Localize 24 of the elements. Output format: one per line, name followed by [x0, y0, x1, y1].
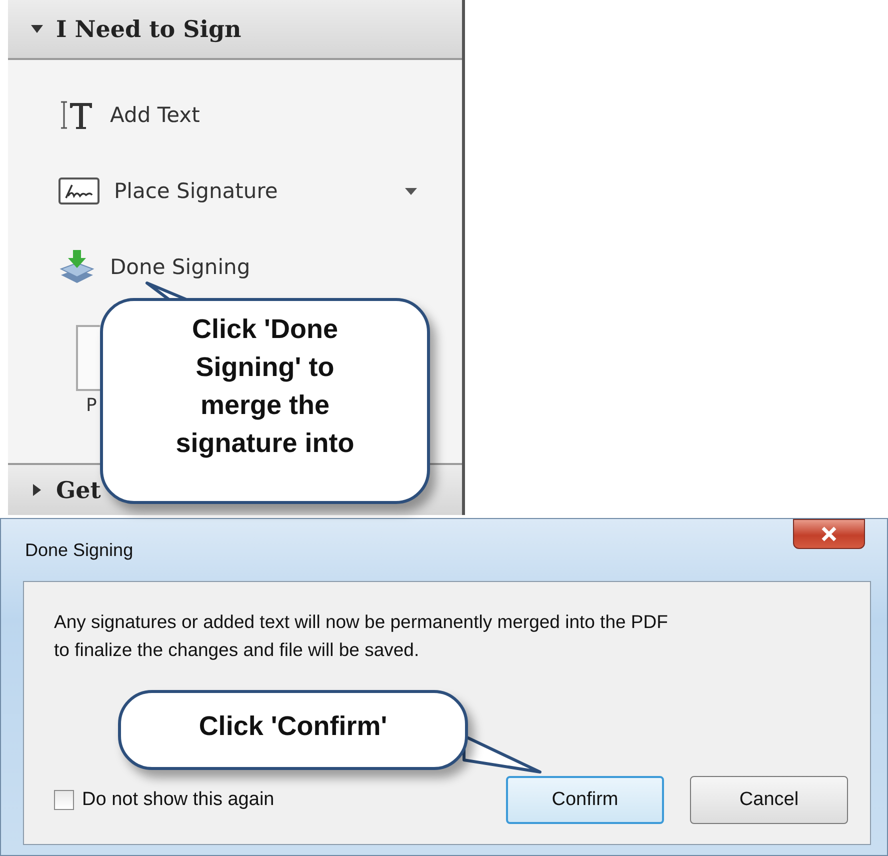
section-title: Get	[56, 476, 101, 504]
checkbox-label: Do not show this again	[82, 789, 274, 811]
window-title: Done Signing	[25, 540, 134, 560]
tool-item[interactable]: Done Signing	[8, 229, 462, 305]
signature-icon	[58, 176, 100, 206]
message-text: Any signatures or added text will now be permanently merged into the PDF	[54, 610, 669, 634]
confirm-button[interactable]: Confirm	[506, 776, 664, 824]
tool-label: P	[86, 395, 97, 416]
callout-text: Click 'Done Signing' to merge the signature into	[174, 313, 356, 460]
layers-download-icon	[58, 249, 96, 285]
section-title: I Need to Sign	[56, 16, 242, 42]
caret-icon[interactable]	[404, 186, 418, 196]
tool-item[interactable]: Add Text	[8, 77, 462, 153]
message-text: to finalize the changes and file will be saved.	[54, 638, 420, 662]
checkbox[interactable]	[54, 790, 74, 810]
tool-item[interactable]: Place Signature	[8, 153, 462, 229]
tool-label: Add Text	[110, 103, 200, 127]
callout-text: Click 'Confirm'	[198, 710, 388, 743]
close-icon	[820, 526, 838, 542]
close-button[interactable]	[793, 519, 865, 549]
cancel-button[interactable]: Cancel	[690, 776, 848, 824]
tool-label: Done Signing	[110, 255, 250, 279]
tool-label: Place Signature	[114, 179, 278, 203]
section-header[interactable]: I Need to Sign	[8, 0, 462, 60]
